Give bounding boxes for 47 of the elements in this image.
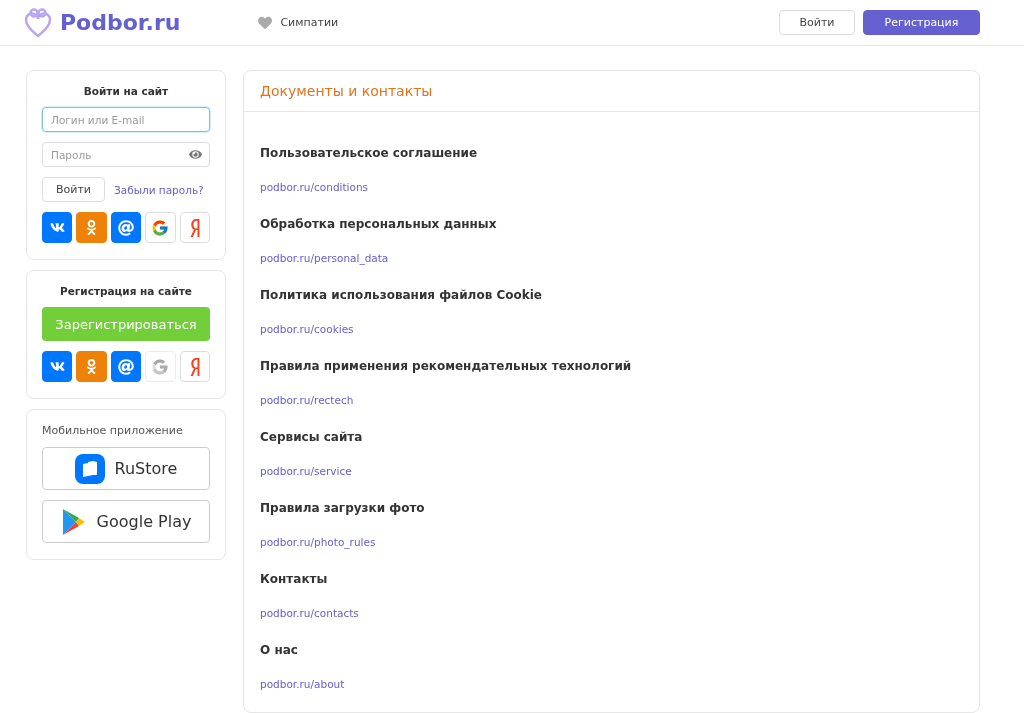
password-field[interactable]: Пароль [42, 142, 210, 167]
card-title: Регистрация на сайте [59, 285, 193, 297]
document-link[interactable]: podbor.ru/contacts [260, 607, 359, 619]
store-button[interactable]: RuStore [42, 447, 210, 490]
document-link[interactable]: podbor.ru/rectech [260, 394, 354, 406]
social-login-button[interactable] [76, 212, 107, 243]
social-login-button[interactable] [110, 212, 142, 243]
login-field[interactable]: Логин или E-mail [42, 107, 210, 132]
document-title: Правила загрузки фото [260, 501, 426, 515]
document-link[interactable]: podbor.ru/photo_rules [260, 536, 376, 548]
document-link[interactable]: podbor.ru/cookies [260, 323, 354, 335]
at-icon [118, 358, 134, 375]
rustore-icon [74, 453, 105, 484]
logo-text[interactable]: Podbor.ru [60, 10, 181, 35]
eye-icon[interactable] [189, 148, 202, 161]
social-login-button[interactable] [42, 212, 73, 243]
document-title: Пользовательское соглашение [260, 146, 479, 160]
card-title: Войти на сайт [82, 85, 170, 97]
google-icon [151, 218, 170, 237]
document-title: Контакты [260, 572, 329, 586]
register-button[interactable]: Регистрация [863, 10, 980, 35]
document-link[interactable]: podbor.ru/conditions [260, 181, 369, 193]
vk-icon [49, 359, 65, 374]
document-title: О нас [260, 643, 299, 657]
login-button[interactable]: Войти [779, 10, 855, 35]
vk-icon [49, 220, 65, 235]
heart-icon [258, 15, 273, 30]
document-title: Обработка персональных данных [260, 217, 498, 231]
social-login-button[interactable] [42, 351, 73, 382]
at-icon [118, 219, 134, 236]
document-link[interactable]: podbor.ru/personal_data [260, 252, 389, 264]
document-title: Политика использования файлов Cookie [260, 288, 543, 302]
document-title: Сервисы сайта [260, 430, 364, 444]
document-link[interactable]: podbor.ru/service [260, 465, 352, 477]
store-button[interactable]: Google Play [42, 500, 210, 543]
play-store-icon [60, 507, 87, 536]
panel-title: Документы и контакты [244, 71, 979, 112]
social-login-button[interactable] [110, 351, 142, 382]
login-submit-button[interactable]: Войти [42, 177, 105, 202]
nav-link[interactable]: Симпатии [258, 15, 339, 30]
google-icon [151, 357, 170, 376]
card-title: Мобильное приложение [42, 424, 184, 437]
document-title: Правила применения рекомендательных технологий [260, 359, 633, 373]
document-link[interactable]: podbor.ru/about [260, 678, 345, 690]
social-login-button[interactable] [76, 351, 107, 382]
heart-logo-icon [24, 7, 52, 38]
forgot-password-link[interactable]: Забыли пароль? [114, 183, 204, 196]
